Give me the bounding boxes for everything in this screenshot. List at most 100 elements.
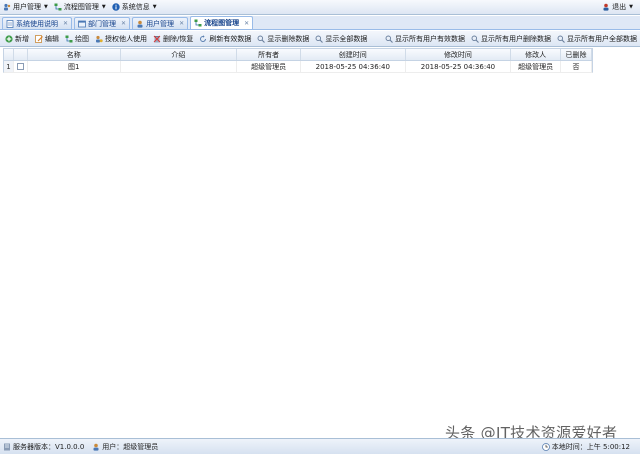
add-button[interactable]: 新增: [2, 32, 32, 46]
department-icon: [78, 20, 86, 27]
cell-deleted: 否: [561, 61, 592, 72]
server-version: 服务器版本：V1.0.0.0: [3, 442, 84, 452]
show-all-label: 显示全部数据: [325, 34, 368, 43]
tab-label: 部门管理: [88, 19, 117, 28]
caret-down-icon: ▼: [101, 4, 106, 10]
refresh-label: 刷新有效数据: [209, 34, 252, 43]
caret-down-icon: ▼: [629, 4, 633, 10]
menu-label: 用户管理: [13, 3, 41, 11]
local-clock: 本地时间：上午 5:00:12: [541, 442, 630, 452]
cell-intro: [121, 61, 238, 72]
add-icon: [5, 34, 13, 43]
tab-flowchart-management[interactable]: 流程图管理 ✕: [190, 16, 254, 29]
tab-label: 流程图管理: [204, 19, 240, 27]
caret-down-icon: ▼: [152, 4, 157, 10]
flowchart-grid: 名称 介绍 所有者 创建时间 修改时间 修改人 已删除 1 图1 超级管理员 2…: [3, 48, 593, 73]
show-all-users-valid-button[interactable]: 显示所有用户有效数据: [382, 32, 468, 46]
header-modifier[interactable]: 修改人: [511, 49, 562, 60]
grid-header: 名称 介绍 所有者 创建时间 修改时间 修改人 已删除: [3, 48, 593, 61]
show-all-users-all-label: 显示所有用户全部数据: [567, 34, 637, 43]
server-version-text: 服务器版本：V1.0.0.0: [13, 442, 85, 451]
close-icon[interactable]: ✕: [244, 20, 249, 27]
cell-name: 图1: [28, 61, 121, 72]
header-created[interactable]: 创建时间: [301, 49, 406, 60]
user-exit-icon: [603, 3, 609, 11]
toolbar: 新增 编辑 绘图 授权他人使用 删除/恢复 刷新有效数据 显示删除数据 显示全部…: [0, 31, 640, 47]
edit-icon: [35, 34, 43, 43]
flowchart-icon: [54, 3, 62, 11]
current-user-text: 用户：超级管理员: [102, 442, 159, 451]
server-icon: [4, 443, 10, 450]
header-deleted[interactable]: 已删除: [561, 49, 592, 60]
cell-modified: 2018-05-25 04:36:40: [406, 61, 512, 72]
user-icon: [93, 443, 99, 451]
user-icon: [137, 20, 143, 28]
search-icon: [385, 35, 393, 43]
tab-department[interactable]: 部门管理 ✕: [74, 17, 131, 29]
flowchart-icon: [194, 19, 202, 27]
tab-user-management[interactable]: 用户管理 ✕: [132, 17, 189, 29]
refresh-icon: [200, 34, 207, 42]
clock-icon: [541, 442, 550, 451]
draw-button[interactable]: 绘图: [62, 32, 92, 46]
header-modified[interactable]: 修改时间: [406, 49, 512, 60]
delete-icon: [153, 35, 161, 42]
status-bar: 服务器版本：V1.0.0.0 用户：超级管理员 本地时间：上午 5:00:12: [0, 438, 640, 454]
cell-modifier: 超级管理员: [511, 61, 562, 72]
tab-label: 系统使用说明: [16, 19, 58, 28]
info-icon: [112, 3, 120, 11]
edit-label: 编辑: [45, 34, 59, 43]
authorize-icon: [96, 35, 103, 42]
tab-label: 用户管理: [146, 19, 175, 28]
show-deleted-icon: [257, 35, 266, 43]
row-number: 1: [4, 61, 14, 72]
menu-user-management[interactable]: 用户管理 ▼: [0, 0, 51, 15]
header-intro[interactable]: 介绍: [121, 49, 238, 60]
show-deleted-button[interactable]: 显示删除数据: [254, 32, 312, 46]
authorize-label: 授权他人使用: [105, 34, 147, 43]
header-checkbox[interactable]: [14, 49, 28, 60]
menu-flowchart-management[interactable]: 流程图管理 ▼: [51, 0, 109, 15]
delete-label: 删除/恢复: [163, 34, 194, 43]
menu-bar: 用户管理 ▼ 流程图管理 ▼ 系统信息 ▼ 退出 ▼: [0, 0, 640, 15]
menu-label: 流程图管理: [63, 3, 99, 11]
close-icon[interactable]: ✕: [179, 20, 184, 27]
show-all-users-valid-label: 显示所有用户有效数据: [395, 34, 465, 43]
current-user: 用户：超级管理员: [92, 442, 158, 452]
delete-restore-button[interactable]: 删除/恢复: [150, 32, 196, 46]
cell-owner: 超级管理员: [237, 61, 301, 72]
show-all-users-deleted-label: 显示所有用户删除数据: [481, 34, 551, 43]
menu-label: 系统信息: [121, 3, 150, 11]
show-all-users-deleted-button[interactable]: 显示所有用户删除数据: [468, 32, 554, 46]
exit-button[interactable]: 退出 ▼: [599, 0, 636, 15]
show-all-users-all-button[interactable]: 显示所有用户全部数据: [554, 32, 640, 46]
document-icon: [6, 19, 14, 28]
refresh-valid-button[interactable]: 刷新有效数据: [196, 32, 254, 46]
header-owner[interactable]: 所有者: [237, 49, 301, 60]
draw-icon: [65, 35, 73, 42]
header-name[interactable]: 名称: [28, 49, 121, 60]
table-row[interactable]: 1 图1 超级管理员 2018-05-25 04:36:40 2018-05-2…: [3, 61, 593, 73]
search-icon: [557, 35, 565, 43]
local-clock-text: 本地时间：上午 5:00:12: [551, 442, 630, 451]
show-deleted-label: 显示删除数据: [267, 34, 310, 43]
draw-label: 绘图: [75, 34, 89, 43]
row-checkbox[interactable]: [14, 61, 28, 72]
caret-down-icon: ▼: [44, 4, 48, 10]
show-all-icon: [315, 35, 324, 43]
add-label: 新增: [15, 34, 29, 43]
close-icon[interactable]: ✕: [121, 20, 126, 27]
checkbox-icon[interactable]: [16, 63, 24, 70]
edit-button[interactable]: 编辑: [32, 32, 62, 46]
menu-system-info[interactable]: 系统信息 ▼: [109, 0, 160, 15]
header-rownum: [4, 49, 14, 60]
exit-label: 退出: [612, 3, 627, 11]
users-icon: [4, 3, 11, 11]
search-icon: [471, 35, 479, 43]
close-icon[interactable]: ✕: [63, 20, 68, 27]
cell-created: 2018-05-25 04:36:40: [301, 61, 406, 72]
show-all-button[interactable]: 显示全部数据: [312, 32, 370, 46]
tab-strip: 系统使用说明 ✕ 部门管理 ✕ 用户管理 ✕ 流程图管理 ✕: [0, 16, 640, 30]
tab-system-manual[interactable]: 系统使用说明 ✕: [2, 17, 73, 29]
authorize-button[interactable]: 授权他人使用: [92, 32, 150, 46]
